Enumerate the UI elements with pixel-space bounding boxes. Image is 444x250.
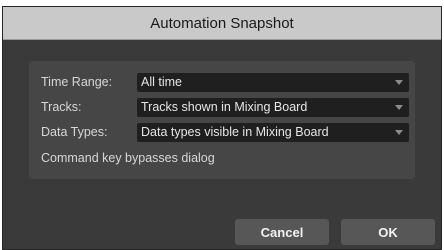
cancel-button[interactable]: Cancel — [235, 219, 329, 245]
chevron-down-icon — [395, 105, 403, 110]
time-range-select[interactable]: All time — [137, 73, 409, 92]
data-types-select[interactable]: Data types visible in Mixing Board — [137, 123, 409, 142]
dialog-title: Automation Snapshot — [3, 7, 441, 40]
time-range-label: Time Range: — [41, 75, 113, 89]
automation-snapshot-dialog: Automation Snapshot Time Range: All time… — [2, 6, 442, 250]
tracks-label: Tracks: — [41, 100, 82, 114]
bypass-hint: Command key bypasses dialog — [41, 151, 215, 165]
data-types-label: Data Types: — [41, 125, 108, 139]
tracks-select[interactable]: Tracks shown in Mixing Board — [137, 98, 409, 117]
tracks-value: Tracks shown in Mixing Board — [141, 100, 308, 114]
ok-button[interactable]: OK — [341, 219, 435, 245]
chevron-down-icon — [395, 130, 403, 135]
time-range-value: All time — [141, 75, 182, 89]
options-panel: Time Range: All time Tracks: Tracks show… — [29, 61, 415, 179]
chevron-down-icon — [395, 80, 403, 85]
data-types-value: Data types visible in Mixing Board — [141, 125, 329, 139]
